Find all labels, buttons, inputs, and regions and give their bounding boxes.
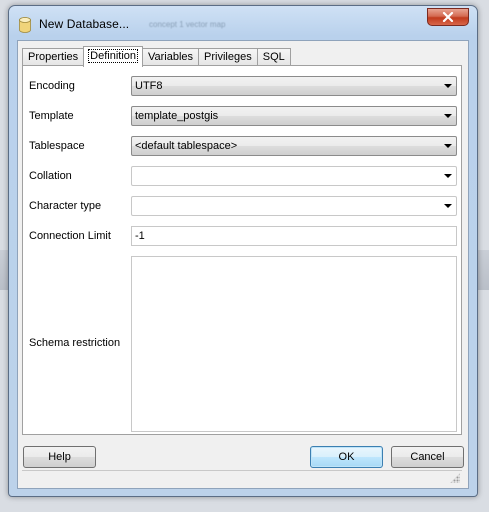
encoding-value: UTF8 (135, 80, 163, 92)
window-title: New Database... (39, 17, 130, 31)
template-select[interactable]: template_postgis (131, 106, 457, 126)
character-type-select[interactable] (131, 196, 457, 216)
new-database-dialog: New Database... concept 1 vector map Pro… (8, 5, 478, 497)
tab-variables[interactable]: Variables (142, 48, 200, 66)
tab-label: Properties (28, 51, 79, 63)
close-icon (442, 12, 454, 22)
resize-grip-icon[interactable] (450, 473, 460, 483)
database-icon (19, 17, 31, 33)
schema-restriction-label: Schema restriction (29, 337, 121, 349)
tab-definition[interactable]: Definition (83, 46, 143, 67)
chevron-down-icon (444, 84, 452, 88)
tab-privileges[interactable]: Privileges (198, 48, 258, 66)
close-button[interactable] (427, 8, 469, 26)
template-label: Template (29, 110, 74, 122)
tab-label: SQL (262, 51, 285, 63)
ok-button[interactable]: OK (310, 446, 383, 468)
template-value: template_postgis (135, 110, 219, 122)
tablespace-value: <default tablespace> (135, 140, 238, 152)
tab-label: Definition (88, 49, 138, 63)
definition-panel: Encoding UTF8 Template template_postgis … (22, 65, 462, 435)
background-window-title: concept 1 vector map (149, 20, 226, 29)
tablespace-label: Tablespace (29, 140, 85, 152)
chevron-down-icon (444, 174, 452, 178)
connection-limit-label: Connection Limit (29, 230, 111, 242)
schema-restriction-textarea[interactable] (131, 256, 457, 432)
chevron-down-icon (444, 114, 452, 118)
tab-properties[interactable]: Properties (22, 48, 85, 66)
tab-sql[interactable]: SQL (256, 48, 291, 66)
tab-bar: Properties Definition Variables Privileg… (22, 46, 291, 67)
chevron-down-icon (444, 144, 452, 148)
collation-label: Collation (29, 170, 72, 182)
cancel-button[interactable]: Cancel (391, 446, 464, 468)
help-button[interactable]: Help (23, 446, 96, 468)
collation-select[interactable] (131, 166, 457, 186)
tablespace-select[interactable]: <default tablespace> (131, 136, 457, 156)
character-type-label: Character type (29, 200, 102, 212)
dialog-client-area: Properties Definition Variables Privileg… (17, 40, 469, 489)
tab-label: Variables (148, 51, 194, 63)
chevron-down-icon (444, 204, 452, 208)
encoding-label: Encoding (29, 80, 75, 92)
title-bar[interactable]: New Database... concept 1 vector map (9, 6, 477, 40)
tab-label: Privileges (204, 51, 252, 63)
connection-limit-input[interactable]: -1 (131, 226, 457, 246)
status-bar (22, 470, 462, 485)
encoding-select[interactable]: UTF8 (131, 76, 457, 96)
